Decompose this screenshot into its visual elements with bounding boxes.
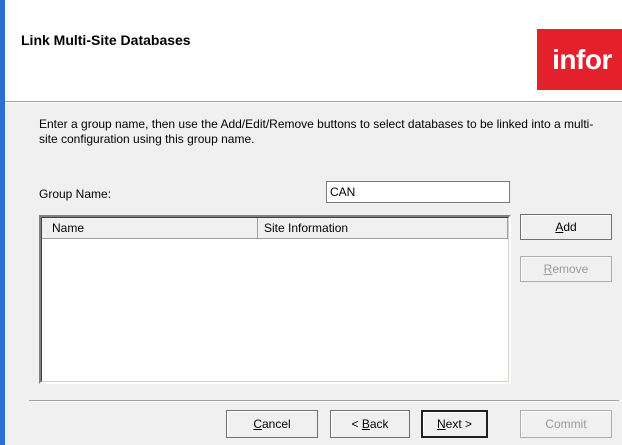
cancel-button-label: ancel	[261, 417, 291, 431]
back-button[interactable]: < Back	[330, 410, 410, 438]
cancel-button[interactable]: Cancel	[226, 410, 318, 438]
group-name-label: Group Name:	[39, 187, 112, 201]
infor-logo: infor	[537, 29, 622, 90]
back-button-mnemonic: B	[361, 417, 370, 431]
back-button-prefix: <	[351, 417, 362, 431]
remove-button-mnemonic: R	[543, 262, 553, 276]
commit-button[interactable]: Commit	[520, 410, 612, 438]
page-title: Link Multi-Site Databases	[21, 32, 191, 48]
wizard-header: Link Multi-Site Databases infor	[5, 0, 622, 101]
remove-button-label: emove	[552, 262, 589, 276]
add-button-mnemonic: A	[555, 220, 564, 234]
next-button[interactable]: Next >	[421, 410, 488, 438]
footer-divider	[29, 400, 619, 402]
header-divider	[5, 101, 622, 103]
database-list[interactable]: Name Site Information	[39, 215, 511, 384]
list-header: Name Site Information	[42, 218, 508, 239]
group-name-input[interactable]	[326, 181, 510, 203]
back-button-label: ack	[369, 417, 389, 431]
column-header-name[interactable]: Name	[42, 218, 258, 238]
remove-button[interactable]: Remove	[520, 256, 612, 282]
cancel-button-mnemonic: C	[253, 417, 262, 431]
instructions-text: Enter a group name, then use the Add/Edi…	[39, 117, 594, 146]
next-button-mnemonic: N	[436, 417, 446, 431]
add-button[interactable]: Add	[520, 214, 612, 240]
add-button-label: dd	[563, 220, 577, 234]
next-button-label: ext >	[445, 417, 473, 431]
column-header-site-information[interactable]: Site Information	[258, 218, 508, 238]
